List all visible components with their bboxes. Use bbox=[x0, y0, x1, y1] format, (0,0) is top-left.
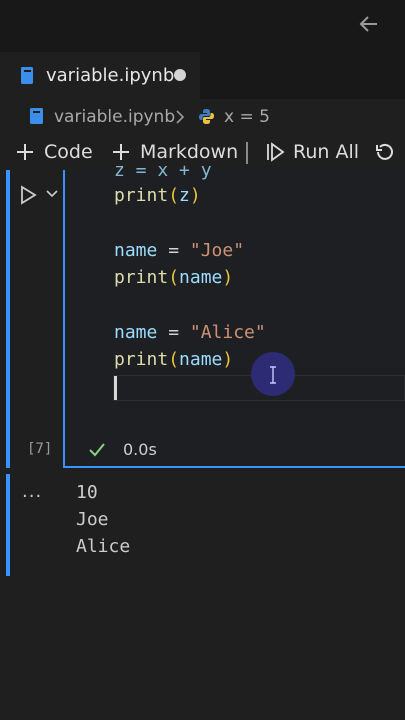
code-token: name bbox=[179, 267, 223, 288]
code-token: ( bbox=[168, 349, 180, 370]
code-token: ( bbox=[168, 267, 180, 288]
run-all-icon[interactable] bbox=[264, 141, 286, 163]
code-token: = bbox=[157, 322, 190, 343]
code-cell-editor[interactable] bbox=[63, 170, 405, 468]
code-token: print bbox=[114, 267, 169, 288]
code-token: z bbox=[179, 185, 190, 206]
title-bar bbox=[0, 0, 405, 52]
run-all-button[interactable]: Run All bbox=[293, 141, 359, 163]
code-line: name = "Joe" bbox=[114, 240, 244, 261]
chevron-down-icon[interactable] bbox=[45, 188, 59, 200]
check-icon bbox=[89, 443, 105, 457]
notebook-file-icon bbox=[21, 67, 33, 84]
tab-label: variable.ipynb bbox=[46, 65, 175, 86]
code-token: "Joe" bbox=[189, 240, 245, 261]
code-line: print(z) bbox=[114, 185, 201, 206]
code-line: print(name) bbox=[114, 267, 233, 288]
chevron-right-icon bbox=[176, 110, 185, 124]
output-line: Joe bbox=[76, 509, 109, 530]
output-focus-indicator bbox=[6, 474, 10, 576]
code-token: = bbox=[157, 240, 190, 261]
cell-focus-indicator bbox=[6, 170, 10, 468]
code-token: "Alice" bbox=[189, 322, 266, 343]
add-code-button[interactable]: Code bbox=[44, 141, 93, 163]
code-token: name bbox=[114, 240, 158, 261]
unsaved-dot-icon[interactable] bbox=[174, 69, 186, 81]
execution-count: [7] bbox=[27, 441, 53, 457]
toolbar-separator bbox=[246, 142, 248, 164]
breadcrumb-symbol[interactable]: x = 5 bbox=[224, 107, 270, 127]
output-line: 10 bbox=[76, 482, 98, 503]
back-arrow-icon[interactable] bbox=[357, 12, 381, 36]
code-token: ( bbox=[168, 185, 180, 206]
code-token: name bbox=[114, 322, 158, 343]
code-token: print bbox=[114, 349, 169, 370]
output-line: Alice bbox=[76, 536, 131, 557]
code-line: z = x + y bbox=[114, 160, 212, 181]
notebook-file-icon bbox=[30, 108, 43, 124]
code-token: ) bbox=[189, 185, 201, 206]
output-more-button[interactable]: ... bbox=[22, 481, 42, 502]
plus-icon[interactable] bbox=[14, 141, 36, 163]
code-token: ) bbox=[222, 267, 234, 288]
breadcrumb-file[interactable]: variable.ipynb bbox=[54, 107, 175, 127]
code-token: ) bbox=[222, 349, 234, 370]
run-cell-icon[interactable] bbox=[18, 184, 38, 206]
code-line: name = "Alice" bbox=[114, 322, 266, 343]
text-cursor bbox=[114, 376, 117, 400]
code-line: print(name) bbox=[114, 349, 233, 370]
code-token: print bbox=[114, 185, 169, 206]
code-token: name bbox=[179, 349, 223, 370]
restart-icon[interactable] bbox=[374, 141, 396, 163]
ibeam-cursor-icon bbox=[270, 366, 276, 384]
python-icon bbox=[199, 109, 214, 124]
execution-time: 0.0s bbox=[123, 440, 157, 459]
